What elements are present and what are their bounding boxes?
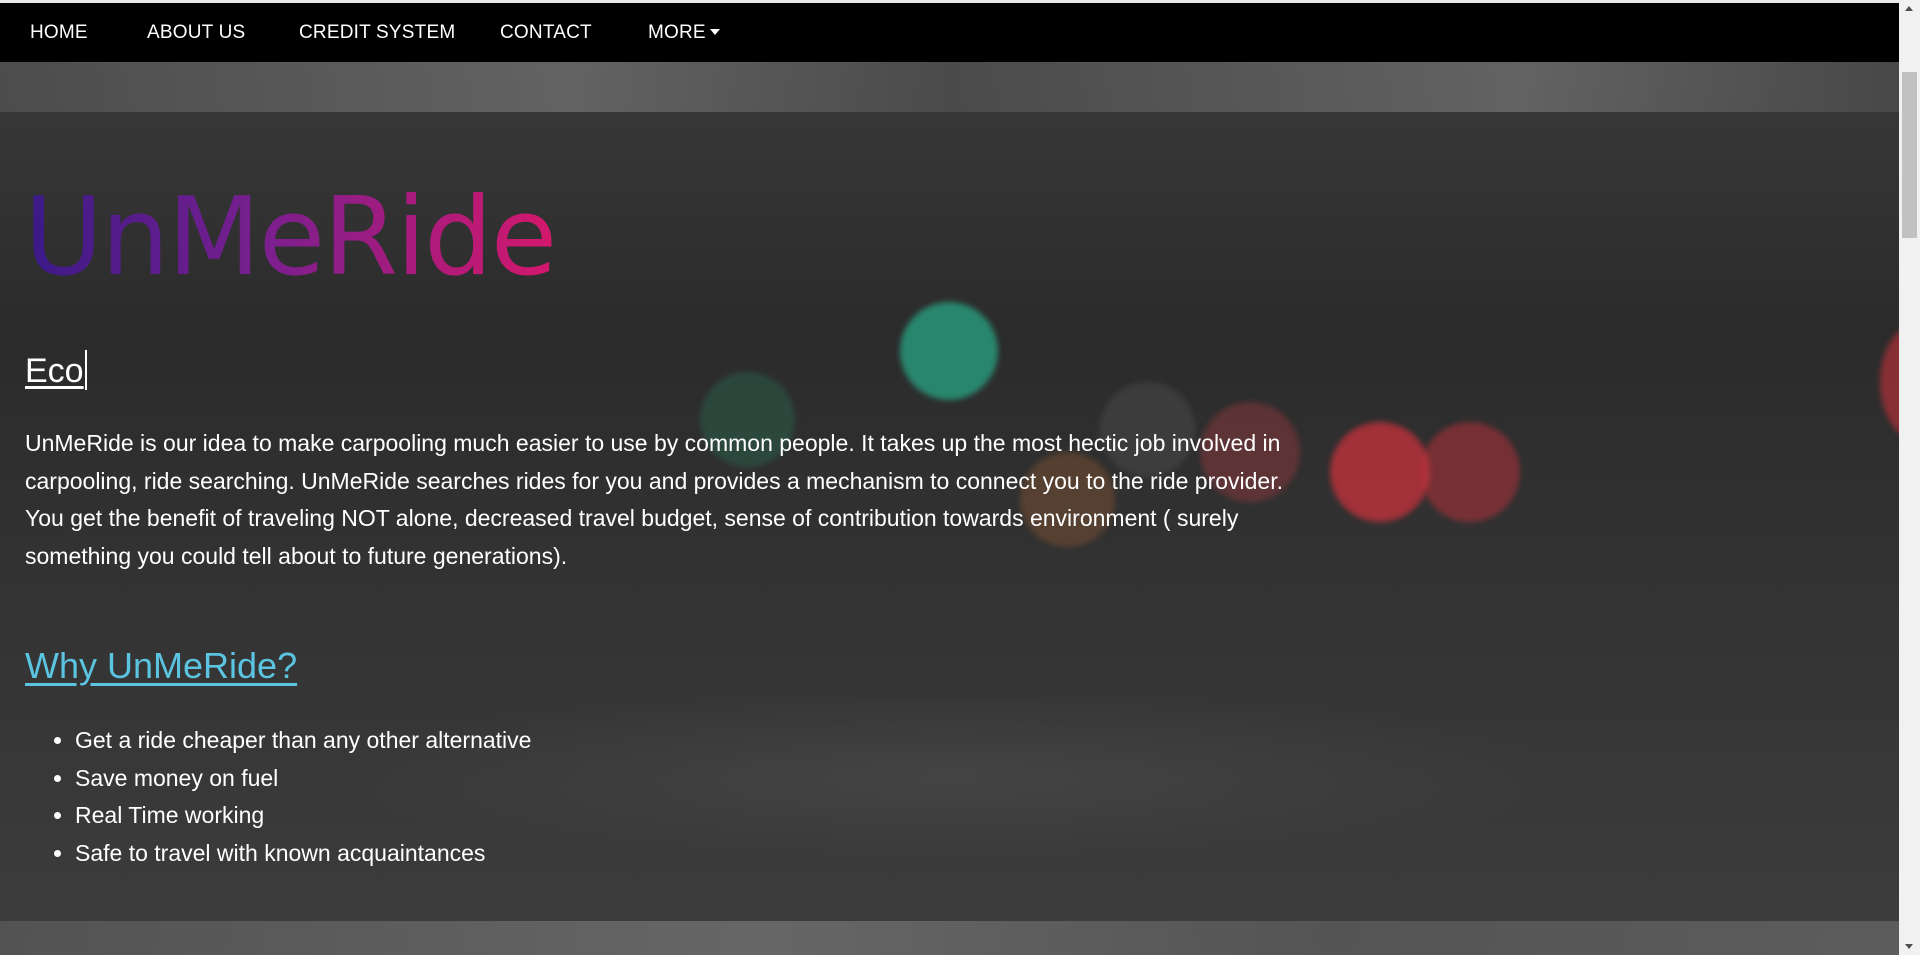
caret-down-icon xyxy=(709,29,720,35)
top-navbar: HOME ABOUT US CREDIT SYSTEM CONTACT MORE xyxy=(0,3,1899,62)
intro-paragraph: UnMeRide is our idea to make carpooling … xyxy=(25,430,1284,569)
list-item: Safe to travel with known acquaintances xyxy=(75,835,531,873)
list-item: Save money on fuel xyxy=(75,760,531,798)
scrollbar-thumb[interactable] xyxy=(1902,72,1917,238)
nav-more-label: MORE xyxy=(648,22,706,43)
bokeh-light xyxy=(1330,422,1430,522)
typed-text: Eco xyxy=(25,352,84,390)
nav-home[interactable]: HOME xyxy=(30,3,88,62)
nav-contact[interactable]: CONTACT xyxy=(500,3,592,62)
typed-tagline: Eco xyxy=(25,350,87,391)
why-list: Get a ride cheaper than any other altern… xyxy=(25,722,531,872)
vertical-scrollbar[interactable] xyxy=(1899,0,1920,955)
text-cursor xyxy=(84,350,87,390)
bokeh-light xyxy=(1880,322,1899,442)
why-unmeride-link[interactable]: Why UnMeRide? xyxy=(25,645,297,687)
bokeh-light xyxy=(900,302,998,400)
background-band xyxy=(0,921,1899,955)
scroll-up-button[interactable] xyxy=(1899,0,1920,17)
page: HOME ABOUT US CREDIT SYSTEM CONTACT MORE… xyxy=(0,0,1920,955)
background-band xyxy=(0,62,1899,112)
list-item: Real Time working xyxy=(75,797,531,835)
nav-credit-system[interactable]: CREDIT SYSTEM xyxy=(299,3,455,62)
brand-title: UnMeRide xyxy=(24,168,557,308)
bokeh-light xyxy=(1420,422,1520,522)
nav-about-us[interactable]: ABOUT US xyxy=(147,3,245,62)
arrow-down-icon xyxy=(1905,944,1913,949)
arrow-up-icon xyxy=(1905,6,1913,11)
nav-more-dropdown[interactable]: MORE xyxy=(648,3,720,62)
scroll-down-button[interactable] xyxy=(1899,938,1920,955)
list-item: Get a ride cheaper than any other altern… xyxy=(75,722,531,760)
